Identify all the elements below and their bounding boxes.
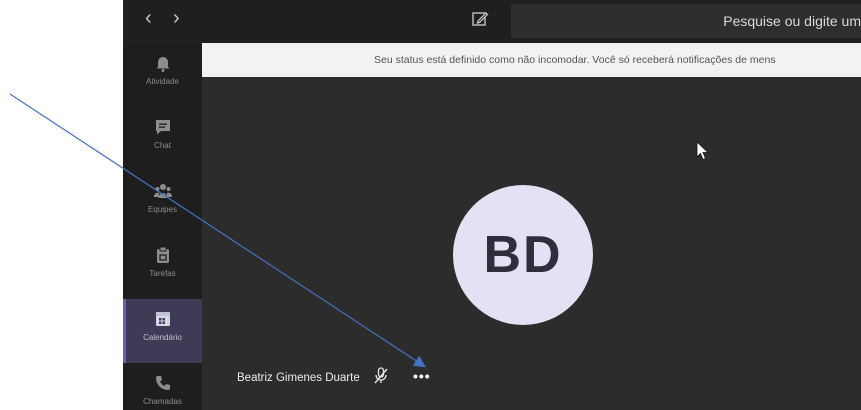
rail-item-chamadas[interactable]: Chamadas: [123, 363, 202, 410]
rail-item-tarefas[interactable]: Tarefas: [123, 235, 202, 299]
chevron-left-icon[interactable]: ‹: [145, 8, 152, 28]
rail-item-label: Atividade: [146, 77, 179, 86]
rail-item-label: Calendário: [143, 333, 182, 342]
rail-item-chat[interactable]: Chat: [123, 107, 202, 171]
teams-window: ‹ › Pesquise ou digite um Atividade Chat: [123, 0, 861, 410]
tasks-icon: [157, 246, 169, 263]
calendar-icon: [156, 312, 170, 326]
avatar: BD: [453, 185, 593, 325]
rail-item-label: Chat: [154, 141, 171, 150]
left-rail: Atividade Chat Equipes Tarefas Calendári…: [123, 43, 202, 410]
mouse-cursor-icon: [696, 141, 709, 161]
rail-item-label: Chamadas: [143, 397, 182, 406]
rail-item-equipes[interactable]: Equipes: [123, 171, 202, 235]
status-banner: Seu status está definido como não incomo…: [202, 43, 861, 77]
chevron-right-icon[interactable]: ›: [173, 8, 180, 28]
active-indicator: [123, 299, 126, 363]
rail-item-label: Tarefas: [149, 269, 176, 278]
mic-off-icon[interactable]: [373, 366, 389, 386]
compose-icon[interactable]: [471, 10, 489, 28]
rail-item-atividade[interactable]: Atividade: [123, 43, 202, 107]
more-options-button[interactable]: •••: [413, 368, 431, 384]
participant-name: Beatriz Gimenes Duarte: [237, 372, 360, 384]
phone-icon: [156, 376, 170, 390]
rail-item-calendario[interactable]: Calendário: [123, 299, 202, 363]
search-input[interactable]: Pesquise ou digite um: [511, 4, 861, 38]
rail-item-label: Equipes: [148, 205, 177, 214]
chat-icon: [156, 120, 170, 135]
bell-icon: [156, 57, 170, 72]
status-banner-text: Seu status está definido como não incomo…: [374, 54, 776, 66]
teams-icon: [153, 184, 173, 198]
title-bar: ‹ › Pesquise ou digite um: [123, 0, 861, 43]
